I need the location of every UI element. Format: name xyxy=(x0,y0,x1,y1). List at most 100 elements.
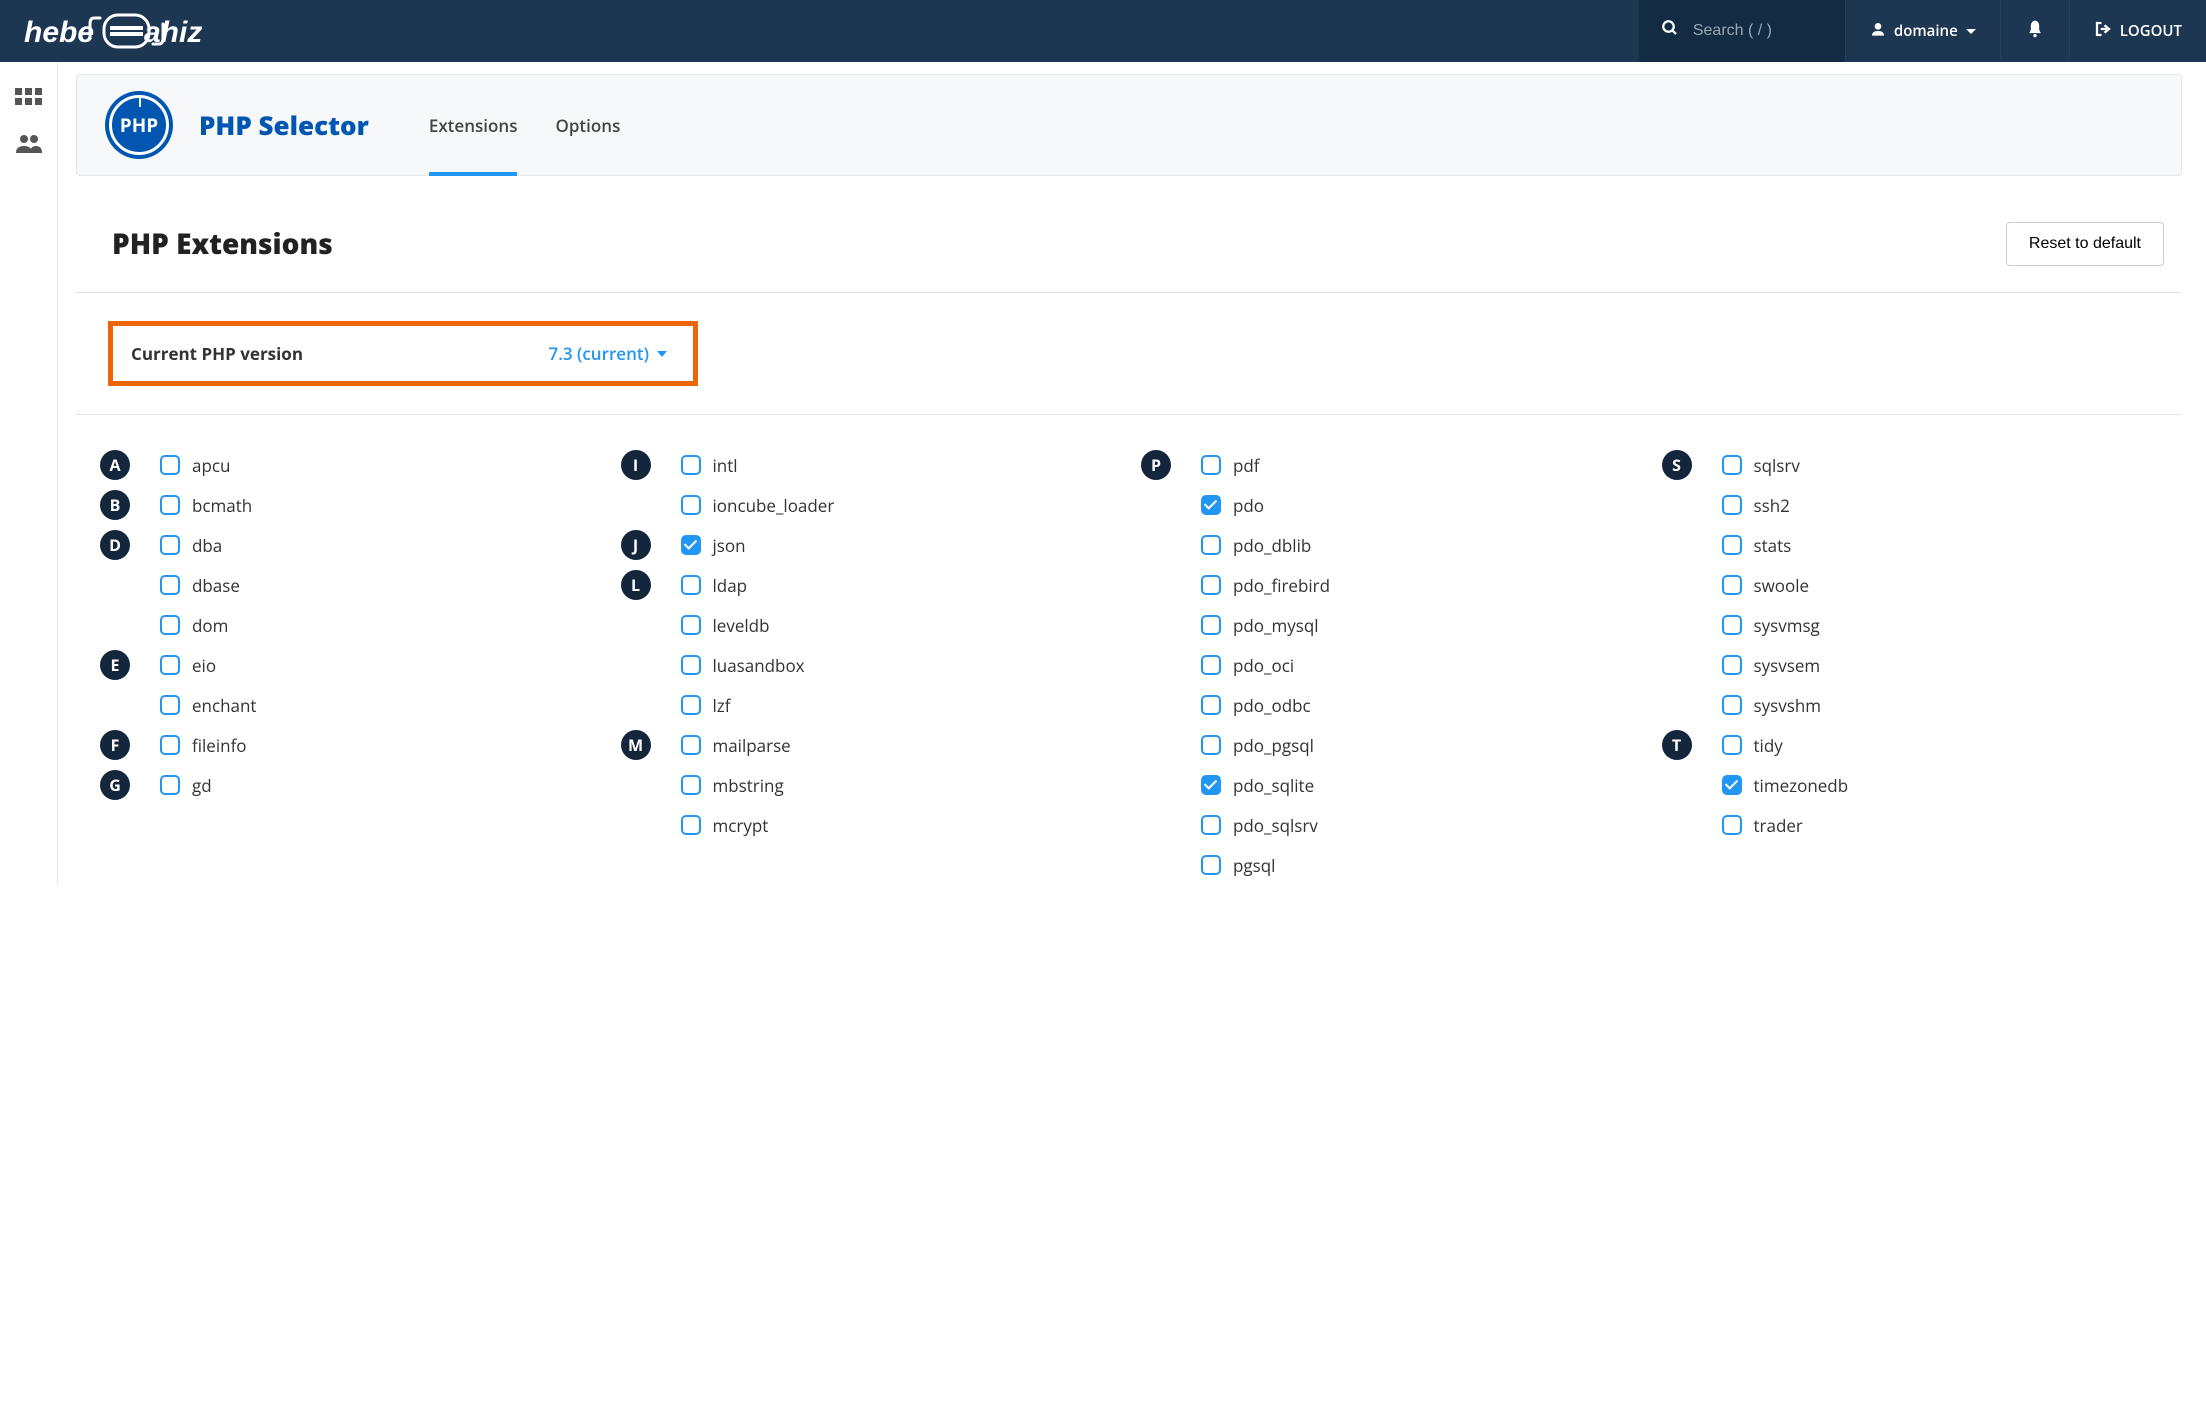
extension-checkbox[interactable] xyxy=(1201,695,1221,715)
extension-checkbox[interactable] xyxy=(160,575,180,595)
extension-checkbox[interactable] xyxy=(1722,695,1742,715)
extension-checkbox[interactable] xyxy=(1722,535,1742,555)
extension-row: sysvmsg xyxy=(1662,605,2183,645)
header-search[interactable] xyxy=(1639,0,1845,62)
brand-logo[interactable]: hebe ahiz xyxy=(0,12,288,50)
extension-row: json xyxy=(621,525,1142,565)
extension-checkbox[interactable] xyxy=(681,455,701,475)
extension-checkbox[interactable] xyxy=(1722,775,1742,795)
extension-checkbox[interactable] xyxy=(681,495,701,515)
extension-checkbox[interactable] xyxy=(1722,815,1742,835)
extension-label: stats xyxy=(1754,534,1792,557)
section-title: PHP Extensions xyxy=(112,225,333,263)
extension-row: pgsql xyxy=(1141,845,1662,885)
version-dropdown[interactable]: 7.3 (current) xyxy=(548,342,667,365)
extension-row: stats xyxy=(1662,525,2183,565)
extension-checkbox[interactable] xyxy=(1201,535,1221,555)
extension-row: sysvshm xyxy=(1662,685,2183,725)
sidebar-apps[interactable] xyxy=(0,78,57,123)
extension-checkbox[interactable] xyxy=(1722,455,1742,475)
grid-icon xyxy=(15,88,43,113)
extension-checkbox[interactable] xyxy=(681,575,701,595)
extension-label: pdo_sqlsrv xyxy=(1233,814,1318,837)
extension-label: eio xyxy=(192,654,216,677)
bell-icon xyxy=(2025,19,2045,44)
reset-button[interactable]: Reset to default xyxy=(2006,222,2164,266)
logout-button[interactable]: LOGOUT xyxy=(2069,0,2206,62)
letter-badge: G xyxy=(100,770,130,800)
extension-checkbox[interactable] xyxy=(1722,575,1742,595)
extension-checkbox[interactable] xyxy=(160,655,180,675)
extension-checkbox[interactable] xyxy=(681,775,701,795)
extension-checkbox[interactable] xyxy=(1722,655,1742,675)
extension-checkbox[interactable] xyxy=(681,615,701,635)
logout-label: LOGOUT xyxy=(2120,21,2182,41)
extension-label: pdo xyxy=(1233,494,1264,517)
search-input[interactable] xyxy=(1693,22,1823,40)
extension-row: pdo_sqlite xyxy=(1141,765,1662,805)
extension-row: gd xyxy=(100,765,621,805)
extension-checkbox[interactable] xyxy=(1201,575,1221,595)
tab-extensions[interactable]: Extensions xyxy=(429,75,518,175)
extension-checkbox[interactable] xyxy=(1201,855,1221,875)
user-menu[interactable]: domaine xyxy=(1845,0,2000,62)
extension-checkbox[interactable] xyxy=(160,735,180,755)
extension-label: mcrypt xyxy=(713,814,769,837)
extension-checkbox[interactable] xyxy=(1722,615,1742,635)
extension-row: pdf xyxy=(1141,445,1662,485)
extension-label: intl xyxy=(713,454,738,477)
extension-checkbox[interactable] xyxy=(1201,495,1221,515)
extension-checkbox[interactable] xyxy=(160,775,180,795)
extension-row: dbase xyxy=(100,565,621,605)
divider xyxy=(76,292,2182,293)
extension-label: pgsql xyxy=(1233,854,1275,877)
extension-checkbox[interactable] xyxy=(1201,775,1221,795)
extension-row: pdo_pgsql xyxy=(1141,725,1662,765)
extension-checkbox[interactable] xyxy=(681,535,701,555)
extension-checkbox[interactable] xyxy=(681,695,701,715)
extension-checkbox[interactable] xyxy=(1201,735,1221,755)
tab-options[interactable]: Options xyxy=(555,75,620,175)
extension-row: bcmath xyxy=(100,485,621,525)
extension-checkbox[interactable] xyxy=(1201,455,1221,475)
letter-badge: F xyxy=(100,730,130,760)
extension-label: enchant xyxy=(192,694,256,717)
extension-checkbox[interactable] xyxy=(160,455,180,475)
extension-label: ldap xyxy=(713,574,748,597)
extension-checkbox[interactable] xyxy=(681,815,701,835)
extension-row: intl xyxy=(621,445,1142,485)
extension-row: ssh2 xyxy=(1662,485,2183,525)
extension-checkbox[interactable] xyxy=(1201,815,1221,835)
extension-checkbox[interactable] xyxy=(681,655,701,675)
extension-label: gd xyxy=(192,774,212,797)
extension-row: mailparse xyxy=(621,725,1142,765)
extension-checkbox[interactable] xyxy=(160,615,180,635)
extension-checkbox[interactable] xyxy=(160,495,180,515)
extension-checkbox[interactable] xyxy=(160,535,180,555)
extension-checkbox[interactable] xyxy=(1722,735,1742,755)
extension-checkbox[interactable] xyxy=(681,735,701,755)
top-header: hebe ahiz domaine xyxy=(0,0,2206,62)
extension-label: mbstring xyxy=(713,774,784,797)
extension-label: sysvshm xyxy=(1754,694,1821,717)
extension-row: trader xyxy=(1662,805,2183,845)
letter-badge: A xyxy=(100,450,130,480)
extension-checkbox[interactable] xyxy=(1201,655,1221,675)
sidebar-users[interactable] xyxy=(0,123,57,170)
letter-badge: S xyxy=(1662,450,1692,480)
letter-badge: T xyxy=(1662,730,1692,760)
extension-label: dom xyxy=(192,614,228,637)
notifications-button[interactable] xyxy=(2000,0,2069,62)
extension-checkbox[interactable] xyxy=(160,695,180,715)
letter-badge: D xyxy=(100,530,130,560)
extension-row: timezonedb xyxy=(1662,765,2183,805)
extension-checkbox[interactable] xyxy=(1201,615,1221,635)
extension-label: pdo_dblib xyxy=(1233,534,1311,557)
extension-label: pdo_pgsql xyxy=(1233,734,1314,757)
logout-icon xyxy=(2094,20,2112,43)
extension-checkbox[interactable] xyxy=(1722,495,1742,515)
extension-label: ioncube_loader xyxy=(713,494,835,517)
extension-row: ldap xyxy=(621,565,1142,605)
extension-label: apcu xyxy=(192,454,230,477)
extension-row: pdo_firebird xyxy=(1141,565,1662,605)
